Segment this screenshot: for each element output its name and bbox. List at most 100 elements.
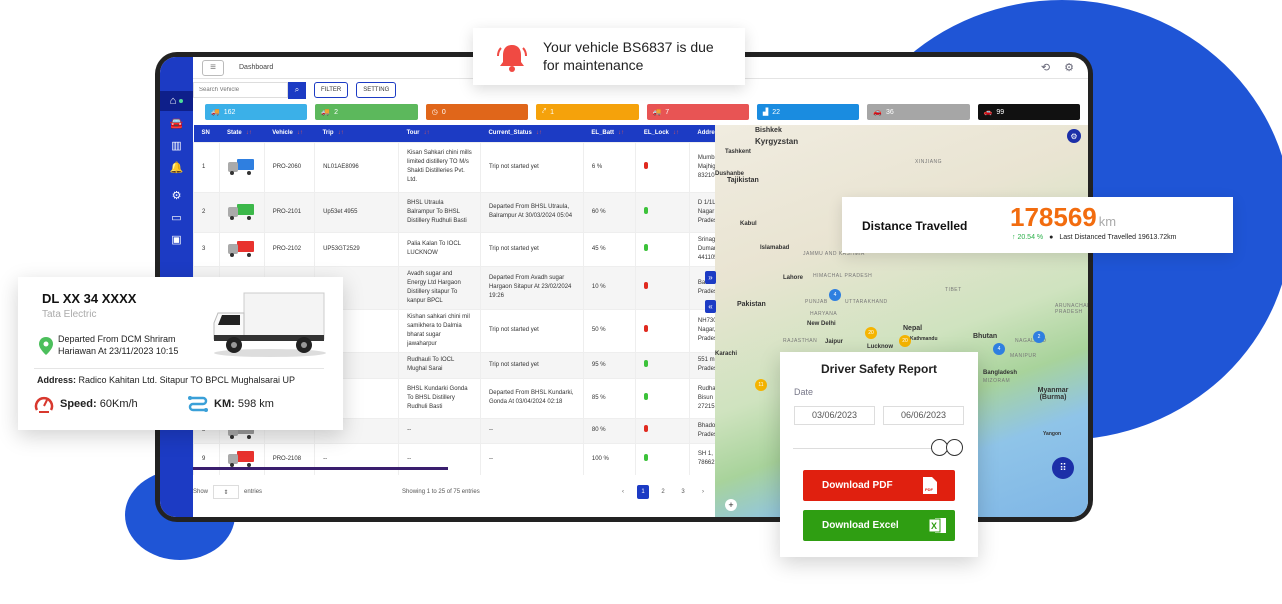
sort-icon[interactable]: ↓↑ <box>297 130 303 136</box>
cell-status: -- <box>479 442 584 475</box>
cell-lock <box>635 417 690 444</box>
download-pdf-button[interactable]: Download PDF PDF <box>803 470 955 501</box>
pagination: ‹ 1 2 3 › <box>617 485 709 499</box>
status-filter-stopped[interactable]: ⤤ 1 <box>536 104 639 120</box>
status-filter-idle[interactable]: ◷ 0 <box>425 104 529 120</box>
map-cluster-marker[interactable]: 20 <box>899 335 911 347</box>
status-filter-running[interactable]: 🚚 2 <box>315 104 418 120</box>
map-region-label: HARYANA <box>810 311 838 317</box>
sidebar-item-home[interactable]: ⌂ <box>160 91 193 111</box>
status-count: 22 <box>772 108 781 116</box>
status-filter-inactive[interactable]: 🚚 7 <box>646 104 749 120</box>
lock-closed-icon <box>644 425 649 432</box>
notification-text-line1: Your vehicle BS6837 is due <box>543 39 714 55</box>
sort-icon[interactable]: ↓↑ <box>338 130 344 136</box>
search-input[interactable] <box>193 82 288 98</box>
speed-value: 60Km/h <box>99 398 138 410</box>
table-row[interactable]: 3 PRO-2102 UP53GT2529 Palia Kalan To IOCL L… <box>193 231 715 267</box>
sidebar-item-drivers[interactable]: ▣ <box>160 229 193 249</box>
column-header-el_lock[interactable]: EL_Lock ↓↑ <box>635 125 690 142</box>
status-count: 0 <box>441 108 446 116</box>
next-page-button[interactable]: › <box>697 485 709 499</box>
cell-lock <box>635 377 690 419</box>
date-from-input[interactable]: 03/06/2023 <box>794 406 875 425</box>
cell-battery: 95 % <box>582 351 637 379</box>
page-1-button[interactable]: 1 <box>637 485 649 499</box>
map-settings-button[interactable]: ⚙ <box>1067 129 1081 143</box>
sidebar-item-vehicles[interactable]: 🚘 <box>160 113 193 133</box>
map-region-label: TIBET <box>945 287 962 293</box>
sidebar-item-reports[interactable]: ▥ <box>160 135 193 155</box>
map-label: Nepal <box>903 325 923 332</box>
sidebar-item-tickets[interactable]: ▭ <box>160 207 193 227</box>
cell-status: Departed From Avadh sugar Hargaon Sitapu… <box>479 265 584 310</box>
sort-icon[interactable]: ↓↑ <box>673 130 679 136</box>
horizontal-scrollbar[interactable] <box>193 467 448 470</box>
date-to-input[interactable]: 06/06/2023 <box>883 406 964 425</box>
map-label: Karachi <box>715 351 738 357</box>
prev-page-button[interactable]: ‹ <box>617 485 629 499</box>
menu-button[interactable]: ≡ <box>202 59 224 76</box>
table-row[interactable]: 2 PRO-2101 Up53et 4955 BHSL Utraula Balramp… <box>193 191 715 233</box>
cell-address: SH 1, Namru 786621, Indi <box>688 442 715 475</box>
active-dot <box>179 99 184 103</box>
setting-button[interactable]: SETTING <box>356 82 397 98</box>
map-cluster-marker[interactable]: 4 <box>829 289 841 301</box>
zoom-in-button[interactable]: + <box>725 499 737 511</box>
search-button[interactable]: ⌕ <box>288 81 306 99</box>
column-header-label: Current_Status <box>488 130 532 137</box>
column-header-current_status[interactable]: Current_Status ↓↑ <box>480 125 584 142</box>
column-header-tour[interactable]: Tour ↓↑ <box>398 125 481 142</box>
column-header-address[interactable]: Address <box>689 125 715 142</box>
status-filter-parked[interactable]: ▟ 22 <box>756 104 860 120</box>
cell-sn: 2 <box>193 191 220 233</box>
table-row[interactable]: 1 PRO-2060 NL01AE8096 Kisan Sahkari chini m… <box>193 141 715 193</box>
cell-battery: 6 % <box>582 141 637 193</box>
cell-tour: Avadh sugar and Energy Ltd Hargaon Disti… <box>398 265 481 310</box>
location-pin-icon <box>39 337 53 355</box>
map-cluster-marker[interactable]: 2 <box>1033 331 1045 343</box>
entries-select[interactable]: ⇕ <box>213 485 240 499</box>
map-label: Kyrgyzstan <box>755 137 799 146</box>
date-range-slider[interactable] <box>793 448 948 449</box>
column-header-trip[interactable]: Trip ↓↑ <box>314 125 399 142</box>
page-2-button[interactable]: 2 <box>657 485 669 499</box>
download-excel-button[interactable]: Download Excel X <box>803 510 955 541</box>
sort-icon[interactable]: ↓↑ <box>536 130 542 136</box>
status-count: 1 <box>550 108 554 116</box>
status-filter-breakdown[interactable]: 🚗 99 <box>977 104 1080 120</box>
table-footer: Show ⇕ entries Showing 1 to 25 of 75 ent… <box>193 482 715 502</box>
breakdown-icon: 🚗 <box>983 109 993 116</box>
map-cluster-marker[interactable]: 11 <box>755 379 767 391</box>
status-filter-no-data[interactable]: 🚗 36 <box>867 104 970 120</box>
column-header-el_batt[interactable]: EL_Batt ↓↑ <box>583 125 636 142</box>
slider-handle-end[interactable] <box>946 439 963 456</box>
expand-panel-button[interactable]: » <box>705 271 716 284</box>
page-3-button[interactable]: 3 <box>677 485 689 499</box>
sort-icon[interactable]: ↓↑ <box>246 130 252 136</box>
gear-icon[interactable]: ⚙ <box>1064 61 1074 74</box>
filter-button[interactable]: FILTER <box>314 82 349 98</box>
map-label: Lucknow <box>867 344 894 350</box>
map-label: Myanmar (Burma) <box>1037 387 1069 401</box>
sidebar-item-alerts[interactable]: 🔔 <box>160 157 193 177</box>
column-header-sn[interactable]: SN <box>193 125 220 142</box>
table-row[interactable]: 9PRO-2108------100 %SH 1, Namru 786621, … <box>193 442 715 475</box>
plus-icon: + <box>728 500 734 510</box>
cell-battery: 10 % <box>582 265 637 310</box>
map-cluster-marker[interactable]: 4 <box>993 343 1005 355</box>
sort-icon[interactable]: ↓↑ <box>618 130 624 136</box>
status-filter-total[interactable]: 🚚 162 <box>205 104 308 120</box>
sort-icon[interactable]: ↓↑ <box>423 130 429 136</box>
collapse-panel-button[interactable]: « <box>705 300 716 313</box>
sidebar-item-settings[interactable]: ⚙ <box>160 185 193 205</box>
status-bar-row: 🚚 162 🚚 2 ◷ 0 ⤤ 1 🚚 7 ▟ 22 🚗 36 🚗 99 <box>205 104 1080 120</box>
cell-trip: -- <box>314 442 400 475</box>
map-apps-button[interactable]: ⠿ <box>1052 457 1074 479</box>
refresh-icon[interactable]: ⟲ <box>1041 61 1050 74</box>
map-label: Kabul <box>740 221 757 227</box>
column-header-label: SN <box>201 130 210 137</box>
column-header-vehicle[interactable]: Vehicle ↓↑ <box>264 125 315 142</box>
map-cluster-marker[interactable]: 20 <box>865 327 877 339</box>
column-header-state[interactable]: State ↓↑ <box>219 125 265 142</box>
